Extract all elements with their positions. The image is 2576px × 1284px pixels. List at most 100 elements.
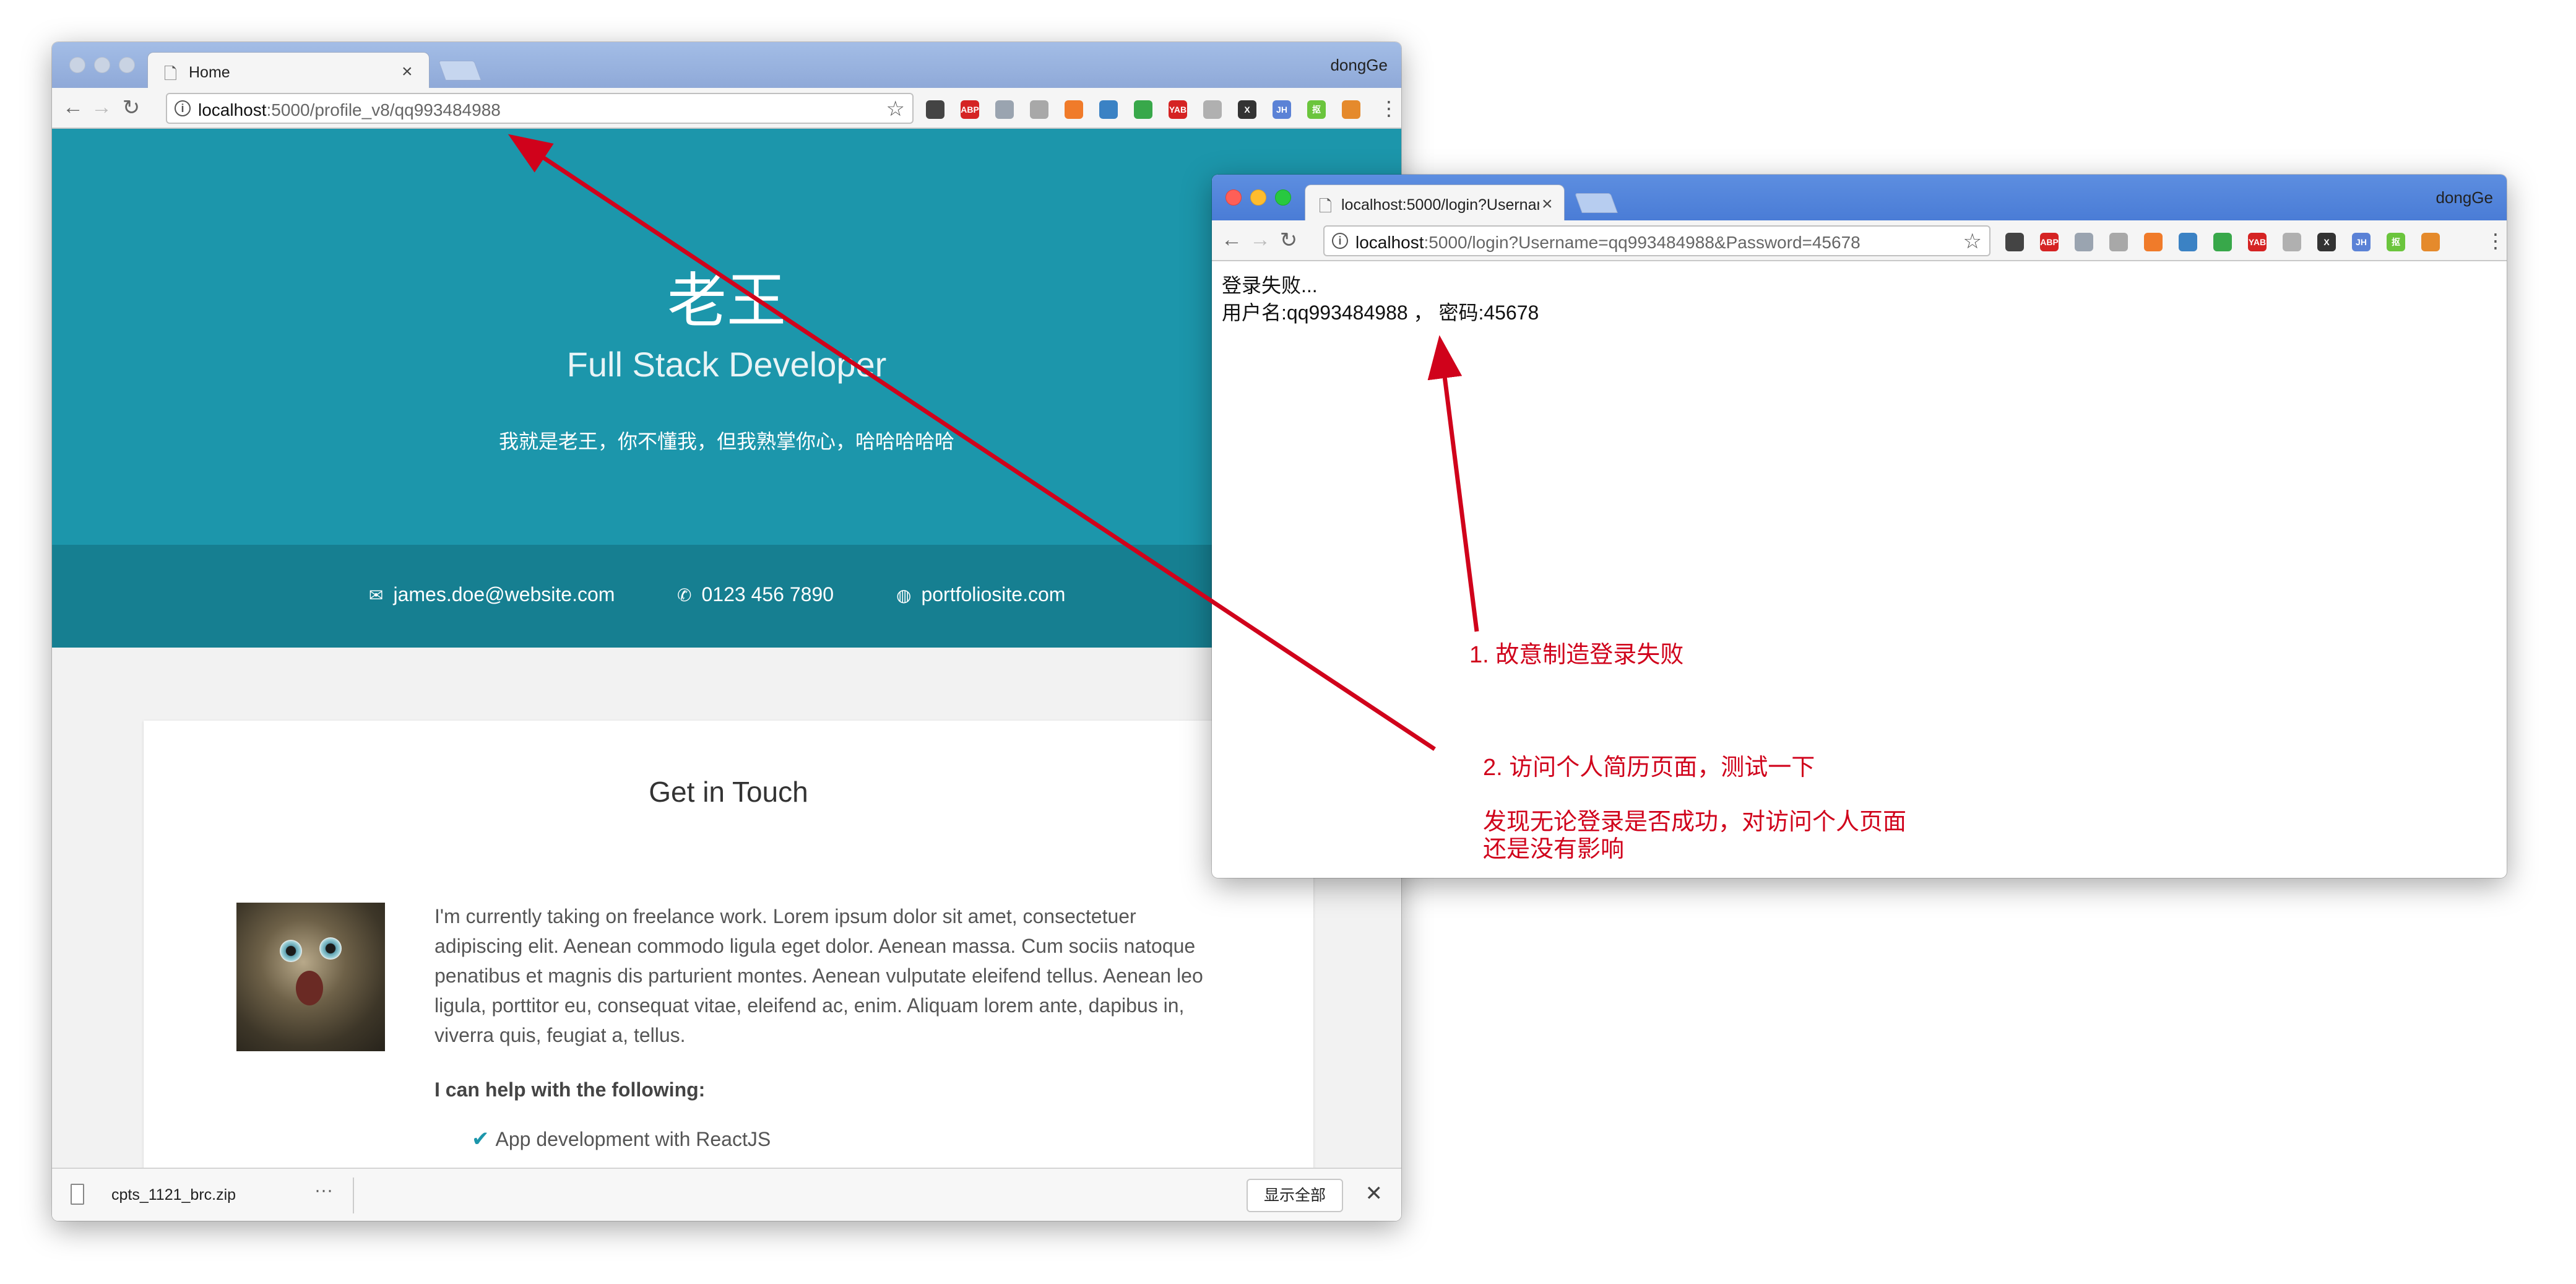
profile-header: 老王 Full Stack Developer 我就是老王，你不懂我，但我熟掌你…	[52, 129, 1401, 545]
new-tab-button[interactable]	[1575, 193, 1618, 213]
yab-extension-icon[interactable]: YAB	[1169, 100, 1187, 119]
contact-bar: ✉ james.doe@website.com ✆ 0123 456 7890 ◍ p…	[52, 545, 1401, 648]
page-icon: 🗋	[1319, 197, 1332, 215]
profile-photo	[236, 903, 385, 1051]
tab-login[interactable]: 🗋 localhost:5000/login?Usernam ×	[1305, 184, 1565, 220]
annotation-note-3-line2: 还是没有影响	[1483, 836, 1625, 862]
adblock-plus-extension-icon[interactable]: ABP	[2040, 233, 2059, 251]
back-arrow-icon[interactable]: ←	[61, 95, 85, 119]
adblock-plus-extension-icon[interactable]: ABP	[961, 100, 979, 119]
forward-arrow-icon[interactable]: →	[89, 95, 114, 119]
checkmark-icon: ✔	[472, 1127, 490, 1151]
forward-arrow-icon[interactable]: →	[1248, 228, 1273, 252]
contact-website[interactable]: ◍ portfoliosite.com	[896, 583, 1065, 606]
more-menu-icon[interactable]: ⋮	[1379, 97, 1399, 120]
x-extension-icon[interactable]: X	[2317, 233, 2336, 251]
fox-extension-icon[interactable]	[1342, 100, 1360, 119]
globe-extension-icon[interactable]	[995, 100, 1014, 119]
jh-extension-icon[interactable]: JH	[2352, 233, 2371, 251]
browser-toolbar: ← → ↻ i localhost:5000/profile_v8/qq9934…	[52, 88, 1401, 129]
yab-extension-icon[interactable]: YAB	[2248, 233, 2267, 251]
address-url: localhost:5000/login?Username=qq99348498…	[1355, 233, 1861, 252]
green-extension-icon[interactable]: 抠	[1307, 100, 1326, 119]
reload-icon[interactable]: ↻	[119, 95, 144, 120]
ghost-extension-icon[interactable]	[1203, 100, 1222, 119]
bookmark-star-icon[interactable]: ☆	[886, 97, 905, 121]
profile-description: 我就是老王，你不懂我，但我熟掌你心，哈哈哈哈哈	[498, 430, 954, 453]
annotation-note-1: 1. 故意制造登录失败	[1469, 642, 1684, 668]
profile-name-heading: 老王	[667, 268, 786, 334]
page-icon: 🗋	[164, 64, 177, 83]
annotation-note-2: 2. 访问个人简历页面，测试一下	[1483, 755, 1815, 781]
address-bar[interactable]: i localhost:5000/login?Username=qq993484…	[1323, 225, 1990, 256]
show-all-button[interactable]: 显示全部	[1246, 1179, 1343, 1212]
profile-browser-window: 🗋 Home × dongGe ← → ↻ i localhost:5000/p…	[52, 42, 1401, 1221]
divider	[353, 1178, 354, 1213]
skype-extension-icon[interactable]	[1099, 100, 1118, 119]
help-list-item: ✔ App development with ReactJS	[472, 1127, 771, 1151]
close-window-button[interactable]	[1225, 189, 1242, 206]
tab-title: Home	[189, 64, 230, 81]
minimize-window-button[interactable]	[1250, 189, 1266, 206]
fox-extension-icon[interactable]	[2421, 233, 2440, 251]
reload-icon[interactable]: ↻	[1276, 228, 1301, 253]
page-viewport: 登录失败... 用户名:qq993484988 ， 密码:45678	[1212, 261, 2507, 878]
login-credentials-text: 用户名:qq993484988 ， 密码:45678	[1222, 301, 1539, 324]
tab-title: localhost:5000/login?Usernam	[1341, 196, 1539, 214]
jh-extension-icon[interactable]: JH	[1273, 100, 1291, 119]
section-heading: Get in Touch	[649, 776, 808, 808]
minimize-window-button[interactable]	[94, 57, 110, 73]
page-body: Get in Touch I'm currently taking on fre…	[52, 648, 1401, 1221]
shield-extension-icon[interactable]	[2213, 233, 2232, 251]
tab-close-icon[interactable]: ×	[1542, 194, 1553, 215]
orange-extension-icon[interactable]	[2144, 233, 2163, 251]
intro-paragraph: I'm currently taking on freelance work. …	[434, 905, 1203, 1046]
zoom-window-button[interactable]	[1275, 189, 1291, 206]
phone-icon: ✆	[677, 586, 692, 605]
profile-job-title: Full Stack Developer	[566, 345, 887, 384]
skype-extension-icon[interactable]	[2179, 233, 2197, 251]
address-bar[interactable]: i localhost:5000/profile_v8/qq993484988 …	[166, 93, 914, 124]
close-icon[interactable]: ✕	[1365, 1181, 1383, 1206]
x-extension-icon[interactable]: X	[1238, 100, 1256, 119]
download-shelf: cpts_1121_brc.zip ··· 显示全部 ✕	[52, 1168, 1401, 1221]
help-heading: I can help with the following:	[434, 1078, 706, 1101]
annotation-note-3-line1: 发现无论登录是否成功，对访问个人页面	[1483, 809, 1907, 835]
profile-name[interactable]: dongGe	[2436, 188, 2493, 207]
back-arrow-icon[interactable]: ←	[1219, 228, 1244, 252]
tab-close-icon[interactable]: ×	[402, 61, 413, 82]
page-extension-icon[interactable]	[1030, 100, 1048, 119]
info-icon[interactable]: i	[1332, 233, 1348, 249]
green-extension-icon[interactable]: 抠	[2387, 233, 2405, 251]
download-file-name[interactable]: cpts_1121_brc.zip	[111, 1186, 236, 1204]
envelope-icon: ✉	[369, 586, 384, 605]
globe-icon: ◍	[896, 586, 912, 605]
ghost-extension-icon[interactable]	[2283, 233, 2301, 251]
contact-phone[interactable]: ✆ 0123 456 7890	[677, 583, 834, 606]
qr-code-extension-icon[interactable]	[2005, 233, 2024, 251]
globe-extension-icon[interactable]	[2075, 233, 2093, 251]
info-icon[interactable]: i	[175, 100, 191, 116]
bookmark-star-icon[interactable]: ☆	[1963, 229, 1982, 254]
page-viewport: 老王 Full Stack Developer 我就是老王，你不懂我，但我熟掌你…	[52, 129, 1401, 1221]
address-url: localhost:5000/profile_v8/qq993484988	[198, 100, 501, 119]
orange-extension-icon[interactable]	[1065, 100, 1083, 119]
page-extension-icon[interactable]	[2109, 233, 2128, 251]
close-window-button[interactable]	[69, 57, 85, 73]
profile-name[interactable]: dongGe	[1330, 56, 1388, 75]
qr-code-extension-icon[interactable]	[926, 100, 944, 119]
new-tab-button[interactable]	[438, 61, 482, 80]
get-in-touch-card: Get in Touch I'm currently taking on fre…	[144, 721, 1313, 1216]
shield-extension-icon[interactable]	[1134, 100, 1152, 119]
zoom-window-button[interactable]	[119, 57, 135, 73]
more-menu-icon[interactable]: ⋮	[2486, 229, 2505, 253]
file-icon	[71, 1184, 84, 1205]
contact-email[interactable]: ✉ james.doe@website.com	[369, 583, 615, 606]
login-browser-window: 🗋 localhost:5000/login?Usernam × dongGe …	[1212, 175, 2507, 878]
login-status-text: 登录失败...	[1222, 274, 1318, 297]
download-options-button[interactable]: ···	[314, 1180, 333, 1201]
tab-bar: 🗋 Home × dongGe	[52, 42, 1401, 88]
tab-home[interactable]: 🗋 Home ×	[147, 52, 430, 88]
tab-bar: 🗋 localhost:5000/login?Usernam × dongGe	[1212, 175, 2507, 220]
browser-toolbar: ← → ↻ i localhost:5000/login?Username=qq…	[1212, 220, 2507, 261]
